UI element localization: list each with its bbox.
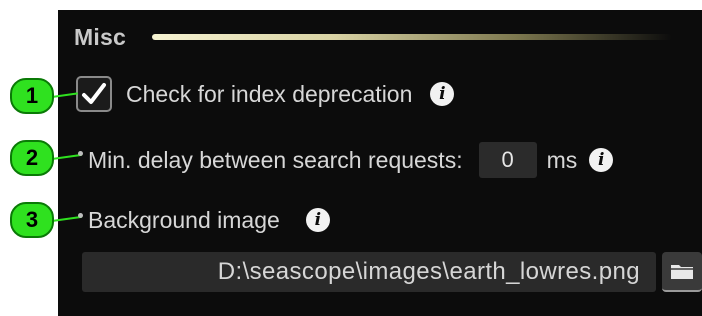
- search-delay-unit: ms: [546, 146, 578, 173]
- callout-badge: 2: [10, 140, 54, 176]
- index-deprecation-option: Check for index deprecation i: [76, 74, 455, 114]
- callout-anchor-dot: [78, 213, 83, 218]
- section-title: Misc: [74, 23, 126, 50]
- index-deprecation-label[interactable]: Check for index deprecation: [126, 81, 412, 108]
- search-delay-input[interactable]: 0: [478, 142, 537, 178]
- callout-badge: 1: [10, 78, 54, 114]
- section-header: Misc: [74, 22, 126, 52]
- index-deprecation-checkbox[interactable]: [76, 76, 112, 112]
- callout-badge: 3: [10, 202, 54, 238]
- info-icon[interactable]: i: [430, 82, 455, 106]
- search-delay-option: Min. delay between search requests: 0 ms…: [88, 140, 614, 180]
- background-image-option: Background image i: [88, 200, 330, 240]
- checkmark-icon: [82, 83, 106, 104]
- search-delay-label: Min. delay between search requests:: [88, 146, 463, 173]
- callout-anchor-dot: [78, 151, 83, 156]
- background-image-path-field[interactable]: D:\seascope\images\earth_lowres.png: [82, 252, 656, 292]
- section-divider: [152, 34, 672, 40]
- background-image-label: Background image: [88, 206, 280, 233]
- folder-icon: [671, 265, 693, 279]
- info-icon[interactable]: i: [589, 148, 614, 172]
- browse-folder-button[interactable]: [662, 252, 702, 292]
- info-icon[interactable]: i: [305, 208, 330, 232]
